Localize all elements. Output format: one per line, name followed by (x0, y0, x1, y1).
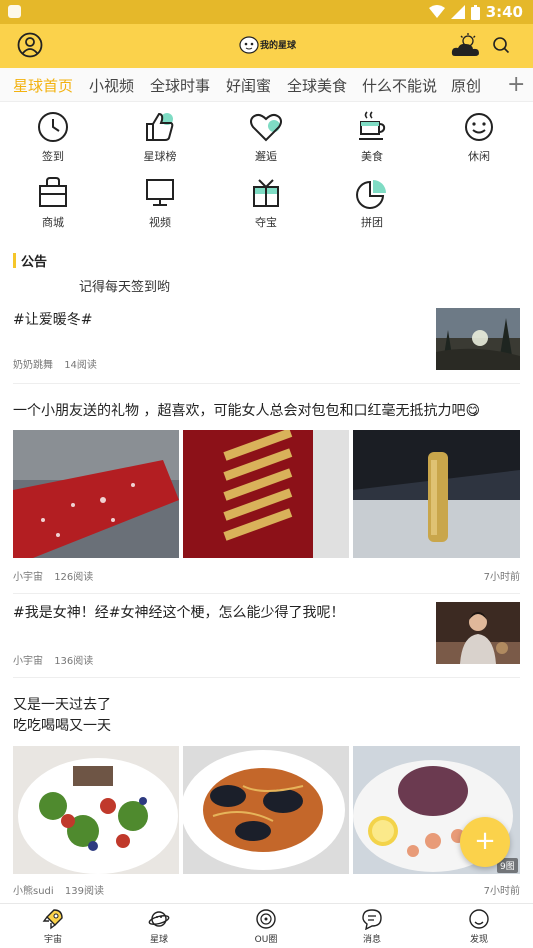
create-post-button[interactable]: + (460, 817, 510, 867)
app-header: 我的星球 (0, 24, 533, 68)
post-title-line-2: 吃吃喝喝又一天 (13, 718, 111, 734)
nav-label: 星球 (149, 935, 168, 945)
grid-label: 星球榜 (143, 150, 177, 163)
post-image[interactable] (183, 430, 349, 558)
rocket-icon (42, 909, 63, 930)
post-thumbnail[interactable] (436, 308, 520, 370)
divider (13, 593, 520, 594)
nav-planet[interactable]: 星球 (129, 908, 189, 945)
bottom-navigation: 宇宙 星球 OU圈 消息 发现 (0, 903, 533, 948)
clock-icon (38, 112, 68, 142)
post-image[interactable] (183, 746, 349, 874)
grid-label: 拼团 (361, 216, 383, 229)
post-reads: 126阅读 (54, 572, 94, 583)
add-tab-button[interactable]: + (507, 72, 525, 97)
post-time: 7小时前 (483, 886, 520, 897)
post-time: 7小时前 (483, 572, 520, 583)
tab-short-video[interactable]: 小视频 (89, 75, 134, 96)
notice-text[interactable]: 记得每天签到哟 (79, 276, 170, 295)
post-image[interactable] (13, 430, 179, 558)
grid-item-group-buy[interactable]: 拼团 (332, 176, 412, 230)
smiley-icon (465, 113, 493, 141)
post-image[interactable] (13, 746, 179, 874)
divider (13, 383, 520, 384)
post-reads: 14阅读 (64, 360, 97, 371)
post-reads: 139阅读 (64, 886, 104, 897)
nav-label: 发现 (469, 935, 488, 945)
message-icon (362, 909, 382, 930)
status-bar: 3:40 (0, 0, 533, 24)
post-author[interactable]: 小宇宙 (13, 656, 43, 667)
grid-label: 签到 (42, 150, 64, 163)
feed-post[interactable]: 又是一天过去了 吃吃喝喝又一天 小熊sudi 139阅读 7小时前 (13, 695, 520, 897)
nav-messages[interactable]: 消息 (342, 908, 402, 945)
gift-box-icon (253, 179, 279, 207)
coffee-cup-icon (359, 111, 386, 140)
post-meta: 小宇宙 126阅读 (13, 568, 101, 583)
feed-post[interactable]: 一个小朋友送的礼物 ，超喜欢，可能女人总会对包包和口红毫无抵抗力吧😋 小宇宙 1… (13, 401, 520, 583)
grid-label: 邂逅 (255, 150, 277, 163)
battery-icon (470, 4, 480, 20)
search-icon[interactable] (492, 36, 510, 54)
discover-icon (469, 909, 489, 929)
tab-bestie[interactable]: 好闺蜜 (226, 75, 271, 96)
grid-label: 夺宝 (255, 216, 277, 229)
wifi-icon (428, 5, 445, 18)
grid-item-checkin[interactable]: 签到 (13, 110, 93, 164)
post-image[interactable] (353, 430, 520, 558)
tab-world-news[interactable]: 全球时事 (150, 75, 210, 96)
tab-original[interactable]: 原创 (451, 75, 481, 96)
notice-accent-bar (13, 253, 16, 268)
grid-item-mall[interactable]: 商城 (13, 176, 93, 230)
logo-text: 我的星球 (260, 41, 297, 51)
post-title-line-1: 又是一天过去了 (13, 697, 111, 713)
clock-time: 3:40 (485, 3, 523, 21)
planet-icon (148, 911, 170, 927)
grid-label: 视频 (149, 216, 171, 229)
signal-icon (450, 5, 465, 19)
heart-icon (250, 113, 282, 142)
feed-post[interactable]: #我是女神！经#女神经这个梗，怎么能少得了我呢！ 小宇宙 136阅读 (13, 602, 520, 675)
post-meta: 小宇宙 136阅读 (13, 652, 101, 667)
grid-label: 休闲 (468, 150, 490, 163)
grid-item-leisure[interactable]: 休闲 (439, 110, 519, 164)
post-meta: 小熊sudi 139阅读 (13, 882, 112, 897)
tab-unspeakable[interactable]: 什么不能说 (362, 75, 437, 96)
pie-chart-icon (356, 180, 386, 209)
nav-universe[interactable]: 宇宙 (23, 908, 83, 945)
grid-item-food[interactable]: 美食 (332, 110, 412, 164)
grid-label: 商城 (42, 216, 64, 229)
grid-item-ranking[interactable]: 星球榜 (120, 110, 200, 164)
thumbs-up-icon (146, 112, 174, 141)
post-thumbnail[interactable] (436, 602, 520, 664)
post-author[interactable]: 小宇宙 (13, 572, 43, 583)
ou-circle-icon (256, 909, 276, 929)
nav-label: 宇宙 (43, 935, 62, 945)
app-logo: 我的星球 (239, 34, 297, 56)
tab-home[interactable]: 星球首页 (13, 75, 73, 96)
divider (13, 677, 520, 678)
grid-label: 美食 (361, 150, 383, 163)
weather-cloud-icon[interactable] (451, 32, 481, 58)
post-author[interactable]: 奶奶跳舞 (13, 360, 53, 371)
post-author[interactable]: 小熊sudi (13, 886, 54, 897)
grid-item-video[interactable]: 视频 (120, 176, 200, 230)
shopping-bag-icon (39, 177, 67, 207)
feed-post[interactable]: #让爱暖冬# 奶奶跳舞 14阅读 (13, 308, 520, 382)
nav-label: OU圈 (254, 935, 278, 945)
nav-label: 消息 (362, 935, 381, 945)
tab-world-food[interactable]: 全球美食 (287, 75, 347, 96)
monitor-icon (146, 179, 174, 206)
grid-item-encounter[interactable]: 邂逅 (226, 110, 306, 164)
post-title: 一个小朋友送的礼物 ，超喜欢，可能女人总会对包包和口红毫无抵抗力吧😋 (13, 403, 481, 419)
grid-item-treasure[interactable]: 夺宝 (226, 176, 306, 230)
notification-icon (8, 5, 21, 18)
category-tabs: 星球首页 小视频 全球时事 好闺蜜 全球美食 什么不能说 原创 + (0, 68, 533, 102)
nav-ou-circle[interactable]: OU圈 (236, 908, 296, 945)
post-meta: 奶奶跳舞 14阅读 (13, 356, 105, 371)
post-reads: 136阅读 (54, 656, 94, 667)
notice-title: 公告 (21, 255, 48, 270)
nav-discover[interactable]: 发现 (449, 908, 509, 945)
profile-icon[interactable] (17, 32, 43, 58)
